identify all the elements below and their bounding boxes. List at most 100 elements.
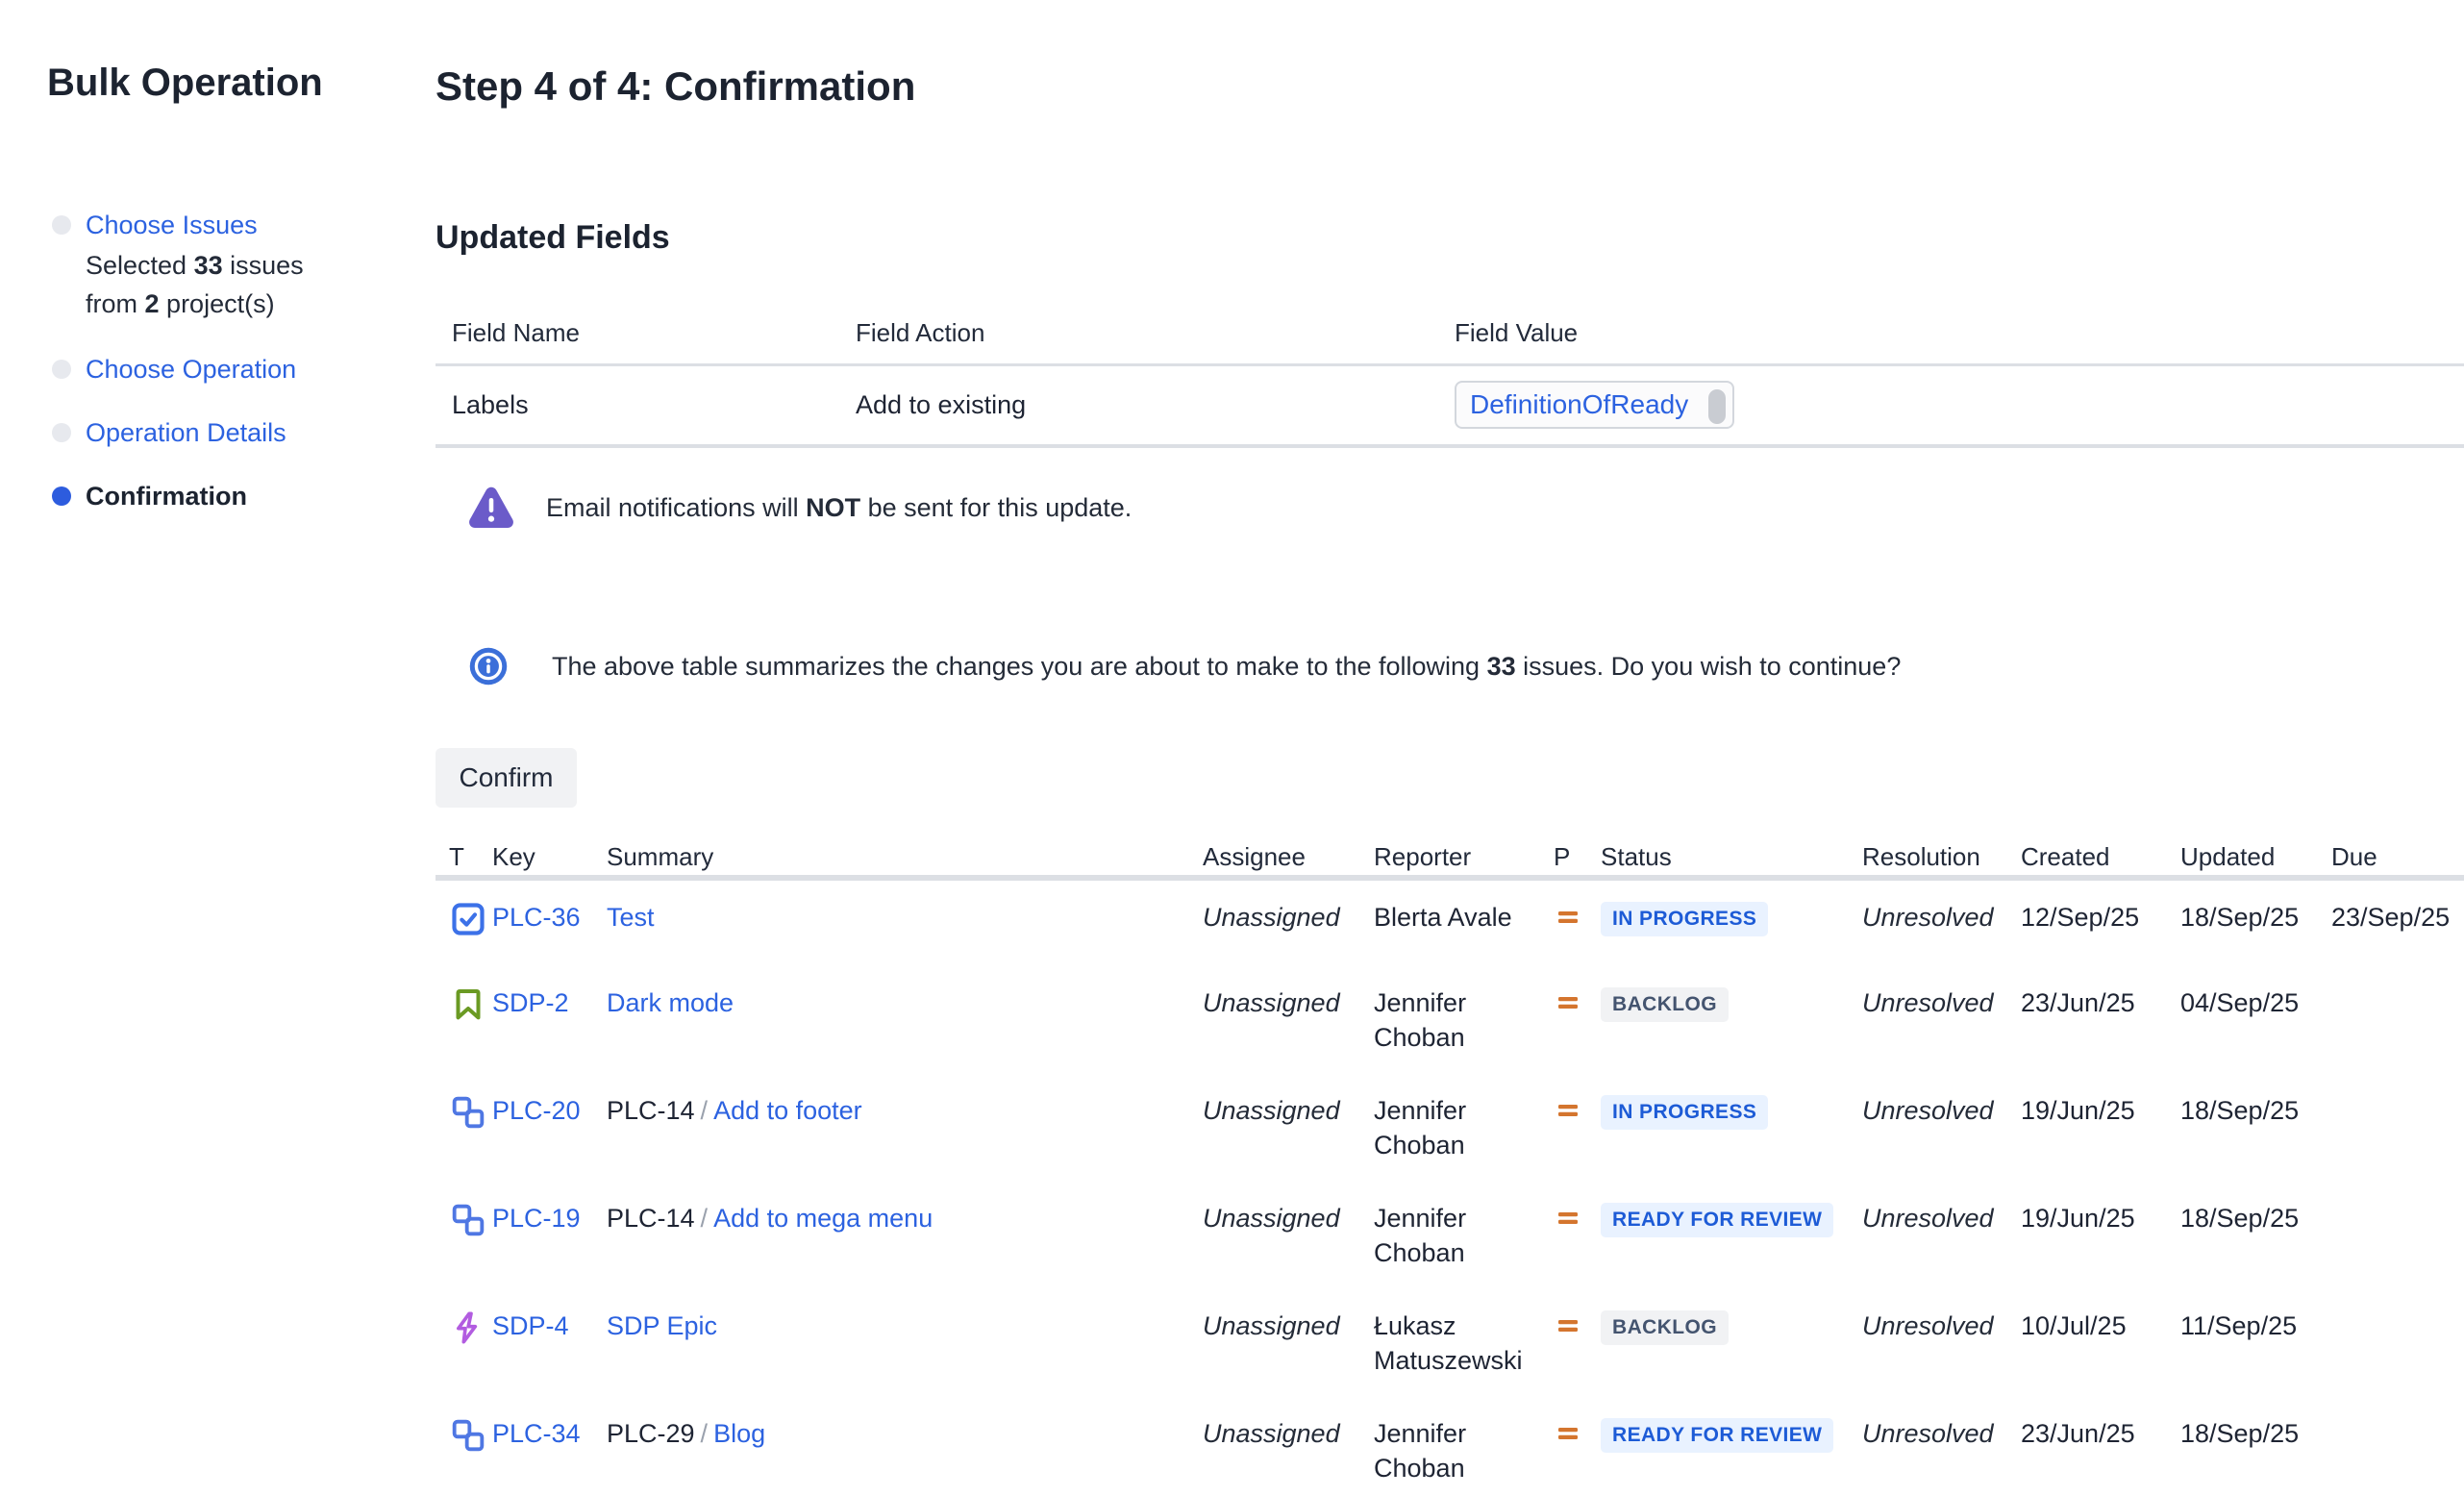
issue-summary-link[interactable]: Add to mega menu: [713, 1204, 933, 1233]
step-heading: Step 4 of 4: Confirmation: [436, 63, 915, 110]
confirm-button[interactable]: Confirm: [436, 748, 577, 808]
assignee-cell: Unassigned: [1203, 900, 1374, 947]
reporter-cell: Jennifer Choban: [1374, 1416, 1543, 1485]
page-title: Bulk Operation: [47, 62, 323, 105]
issues-table: T Key Summary Assignee Reporter P Status…: [436, 827, 2464, 1496]
sidebar-item-label[interactable]: Choose Operation: [86, 352, 296, 386]
table-row: PLC-36 Test Unassigned Blerta Avale IN P…: [436, 881, 2464, 966]
subtask-icon: [449, 1093, 492, 1162]
assignee-cell: Unassigned: [1203, 1416, 1374, 1485]
column-header-updated: Updated: [2180, 827, 2331, 875]
reporter-cell: Jennifer Choban: [1374, 985, 1543, 1055]
due-cell: [2331, 1093, 2464, 1162]
chip-scroll-thumb: [1708, 389, 1726, 424]
issues-header-row: T Key Summary Assignee Reporter P Status…: [436, 827, 2464, 881]
wizard-steps-sidebar: Choose Issues Selected 33 issues from 2 …: [52, 208, 408, 513]
label-chip-text: DefinitionOfReady: [1470, 389, 1688, 420]
sidebar-item-choose-issues[interactable]: Choose Issues: [52, 208, 408, 242]
issue-key-link[interactable]: PLC-36: [492, 903, 581, 932]
sidebar-item-label[interactable]: Operation Details: [86, 415, 286, 450]
issue-summary-link[interactable]: SDP Epic: [607, 1311, 717, 1340]
priority-medium-icon: [1554, 985, 1582, 1020]
selection-summary: Selected 33 issues from 2 project(s): [86, 246, 355, 323]
updated-fields-table: Field Name Field Action Field Value Labe…: [436, 312, 2464, 448]
issue-key-link[interactable]: PLC-19: [492, 1204, 581, 1233]
status-badge: IN PROGRESS: [1601, 1095, 1768, 1130]
email-warning-notice: Email notifications will NOT be sent for…: [467, 486, 1132, 530]
reporter-cell: Jennifer Choban: [1374, 1201, 1543, 1270]
priority-medium-icon: [1554, 1309, 1582, 1343]
field-value-cell: DefinitionOfReady: [1455, 381, 2464, 429]
step-bullet-icon: [52, 423, 71, 442]
assignee-cell: Unassigned: [1203, 1309, 1374, 1378]
info-text: The above table summarizes the changes y…: [552, 652, 1901, 682]
resolution-cell: Unresolved: [1862, 900, 2021, 947]
key-separator: /: [695, 1096, 714, 1125]
updated-fields-header-row: Field Name Field Action Field Value: [436, 312, 2464, 366]
step-bullet-icon: [52, 215, 71, 235]
resolution-cell: Unresolved: [1862, 985, 2021, 1055]
subtask-icon: [449, 1416, 492, 1485]
due-cell: [2331, 1309, 2464, 1378]
column-header-due: Due: [2331, 827, 2464, 875]
due-cell: [2331, 985, 2464, 1055]
bulk-operation-page: Bulk Operation Choose Issues Selected 33…: [0, 0, 2464, 1496]
table-row: SDP-2 Dark mode Unassigned Jennifer Chob…: [436, 966, 2464, 1074]
issue-key-link[interactable]: SDP-2: [492, 988, 569, 1017]
column-header-status: Status: [1601, 827, 1862, 875]
issue-summary-link[interactable]: Blog: [713, 1419, 765, 1448]
created-cell: 19/Jun/25: [2021, 1093, 2180, 1162]
column-header-priority: P: [1554, 827, 1601, 875]
column-header-created: Created: [2021, 827, 2180, 875]
continue-info-notice: The above table summarizes the changes y…: [467, 646, 1901, 686]
sidebar-item-label[interactable]: Choose Issues: [86, 208, 258, 242]
reporter-cell: Blerta Avale: [1374, 900, 1543, 947]
resolution-cell: Unresolved: [1862, 1309, 2021, 1378]
reporter-cell: Jennifer Choban: [1374, 1093, 1543, 1162]
created-cell: 23/Jun/25: [2021, 985, 2180, 1055]
status-badge: BACKLOG: [1601, 1310, 1729, 1345]
priority-medium-icon: [1554, 1093, 1582, 1128]
sidebar-item-label: Confirmation: [86, 479, 247, 513]
due-cell: [2331, 1416, 2464, 1485]
reporter-cell: Łukasz Matuszewski: [1374, 1309, 1543, 1378]
status-badge: READY FOR REVIEW: [1601, 1418, 1833, 1453]
label-value-chip: DefinitionOfReady: [1455, 381, 1734, 429]
created-cell: 23/Jun/25: [2021, 1416, 2180, 1485]
issue-key-link[interactable]: PLC-20: [492, 1096, 581, 1125]
parent-key: PLC-14: [607, 1096, 695, 1125]
column-header-summary: Summary: [607, 827, 1203, 875]
issue-summary-link[interactable]: Dark mode: [607, 988, 734, 1017]
issue-key-link[interactable]: SDP-4: [492, 1311, 569, 1340]
due-cell: [2331, 1201, 2464, 1270]
parent-key: PLC-14: [607, 1204, 695, 1233]
warning-text: Email notifications will NOT be sent for…: [546, 493, 1132, 523]
issue-key-link[interactable]: PLC-34: [492, 1419, 581, 1448]
sidebar-item-choose-operation[interactable]: Choose Operation: [52, 352, 408, 386]
table-row: PLC-19 PLC-14/Add to mega menu Unassigne…: [436, 1182, 2464, 1289]
sidebar-item-operation-details[interactable]: Operation Details: [52, 415, 408, 450]
updated-cell: 18/Sep/25: [2180, 1201, 2331, 1270]
column-header-type: T: [449, 827, 492, 875]
subtask-icon: [449, 1201, 492, 1270]
info-icon: [467, 646, 510, 686]
created-cell: 19/Jun/25: [2021, 1201, 2180, 1270]
step-bullet-icon: [52, 360, 71, 379]
issue-summary-link[interactable]: Add to footer: [713, 1096, 862, 1125]
step-bullet-active-icon: [52, 486, 71, 506]
column-header-field-name: Field Name: [452, 312, 856, 363]
column-header-assignee: Assignee: [1203, 827, 1374, 875]
created-cell: 10/Jul/25: [2021, 1309, 2180, 1378]
field-action-cell: Add to existing: [856, 390, 1455, 420]
column-header-reporter: Reporter: [1374, 827, 1554, 875]
column-header-field-action: Field Action: [856, 312, 1455, 363]
field-name-cell: Labels: [452, 390, 856, 420]
task-icon: [449, 900, 492, 947]
table-row: PLC-20 PLC-14/Add to footer Unassigned J…: [436, 1074, 2464, 1182]
updated-fields-heading: Updated Fields: [436, 219, 670, 257]
sidebar-item-confirmation: Confirmation: [52, 479, 408, 513]
status-badge: READY FOR REVIEW: [1601, 1203, 1833, 1237]
updated-cell: 18/Sep/25: [2180, 1093, 2331, 1162]
issue-summary-link[interactable]: Test: [607, 903, 655, 932]
story-icon: [449, 985, 492, 1055]
